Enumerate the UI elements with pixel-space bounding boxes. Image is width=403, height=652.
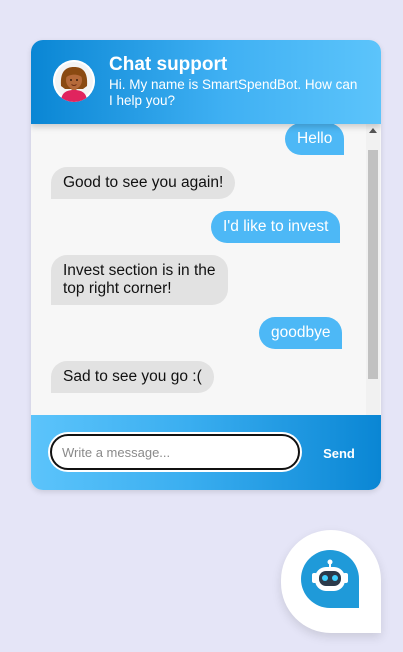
send-button[interactable]: Send bbox=[312, 442, 366, 464]
woman-avatar-icon bbox=[53, 60, 95, 102]
user-message: Hello bbox=[285, 124, 345, 155]
user-message: I'd like to invest bbox=[211, 211, 341, 243]
user-message: goodbye bbox=[259, 317, 343, 349]
scrollbar-thumb[interactable] bbox=[368, 150, 378, 379]
bot-message: Good to see you again! bbox=[51, 167, 236, 199]
message-input[interactable] bbox=[50, 434, 300, 470]
header-subtitle: Hi. My name is SmartSpendBot. How can I … bbox=[109, 77, 358, 108]
input-bar: Send bbox=[31, 415, 381, 490]
bot-message-line: Invest section is in the bbox=[63, 262, 216, 279]
message-list[interactable]: Hello Good to see you again! I'd like to… bbox=[31, 124, 364, 414]
scroll-up-arrow-icon[interactable] bbox=[369, 128, 377, 133]
chat-window: Chat support Hi. My name is SmartSpendBo… bbox=[31, 40, 381, 490]
chat-launcher-button[interactable] bbox=[281, 530, 381, 633]
bot-message-line: top right corner! bbox=[63, 280, 172, 297]
bot-message: Invest section is in the top right corne… bbox=[51, 255, 228, 305]
bot-message: Sad to see you go :( bbox=[51, 361, 214, 393]
chat-header: Chat support Hi. My name is SmartSpendBo… bbox=[31, 40, 381, 124]
message-scrollbar[interactable] bbox=[366, 124, 380, 434]
robot-chat-icon bbox=[299, 548, 361, 610]
header-title: Chat support bbox=[109, 54, 228, 75]
